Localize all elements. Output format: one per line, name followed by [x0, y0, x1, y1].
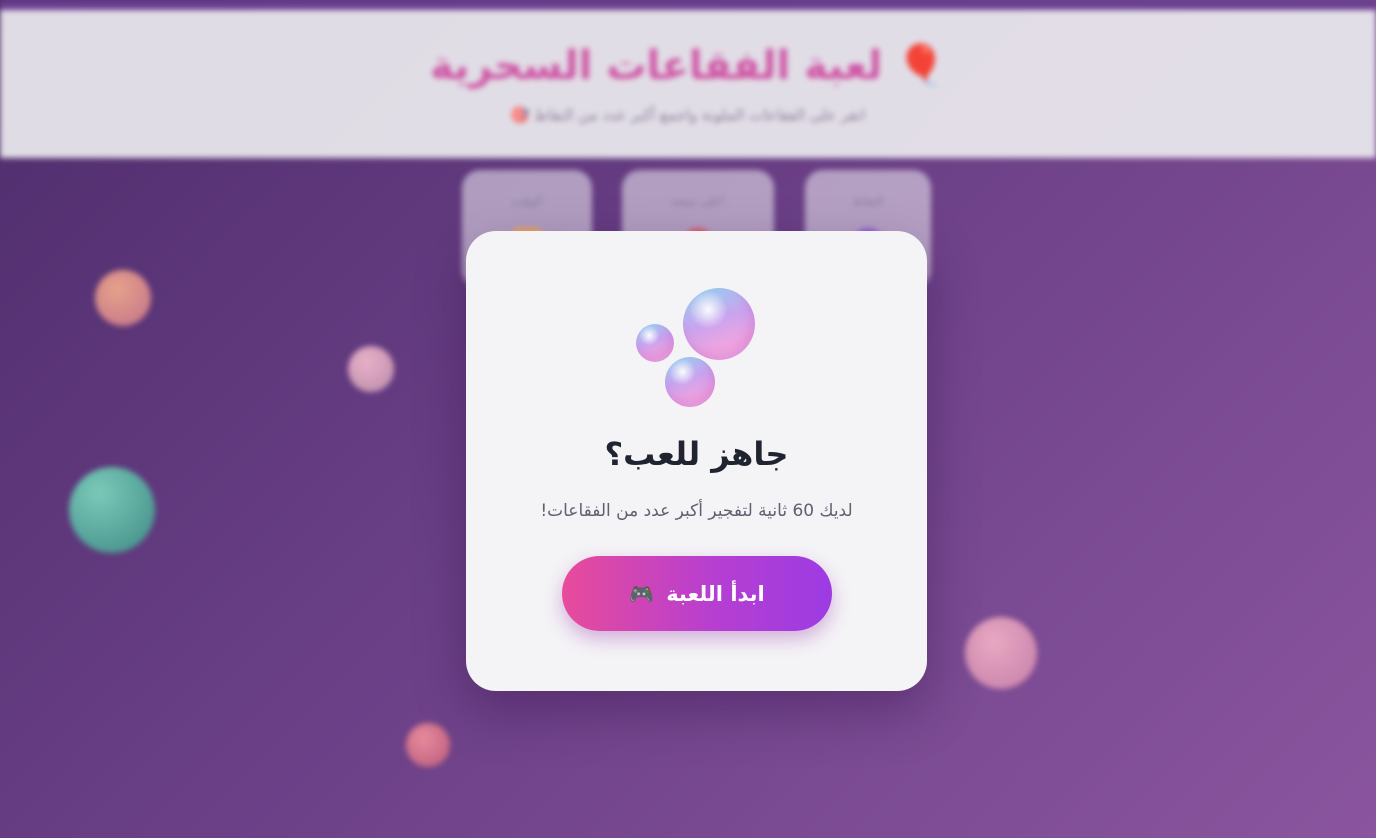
stat-label-time: الوقت [511, 194, 543, 208]
game-subtitle: انقر على الفقاعات الملونة واجمع أكبر عدد… [510, 106, 866, 124]
bubble-small [636, 324, 674, 362]
modal-description: لديك 60 ثانية لتفجير أكبر عدد من الفقاعا… [540, 501, 853, 521]
bubbles-icon [631, 283, 761, 413]
background-bubble [348, 346, 394, 392]
stat-label-score: النقاط [852, 194, 884, 208]
background-bubble [95, 270, 151, 326]
stat-label-high-score: أعلى نتيجة [671, 194, 725, 208]
start-game-button[interactable]: ابدأ اللعبة 🎮 [562, 556, 832, 631]
game-header: 🎈 لعبة الفقاعات السحرية انقر على الفقاعا… [0, 10, 1376, 158]
background-bubble [69, 467, 155, 553]
start-button-label: ابدأ اللعبة [666, 581, 765, 606]
modal-title: جاهز للعب؟ [604, 435, 789, 473]
gamepad-icon: 🎮 [629, 581, 655, 606]
bubble-medium [665, 357, 715, 407]
background-bubble [406, 723, 450, 767]
game-title: 🎈 لعبة الفقاعات السحرية [429, 43, 947, 89]
background-bubble [965, 617, 1037, 689]
top-strip [0, 0, 1376, 10]
start-game-modal: جاهز للعب؟ لديك 60 ثانية لتفجير أكبر عدد… [466, 231, 927, 691]
bubble-large [683, 288, 755, 360]
